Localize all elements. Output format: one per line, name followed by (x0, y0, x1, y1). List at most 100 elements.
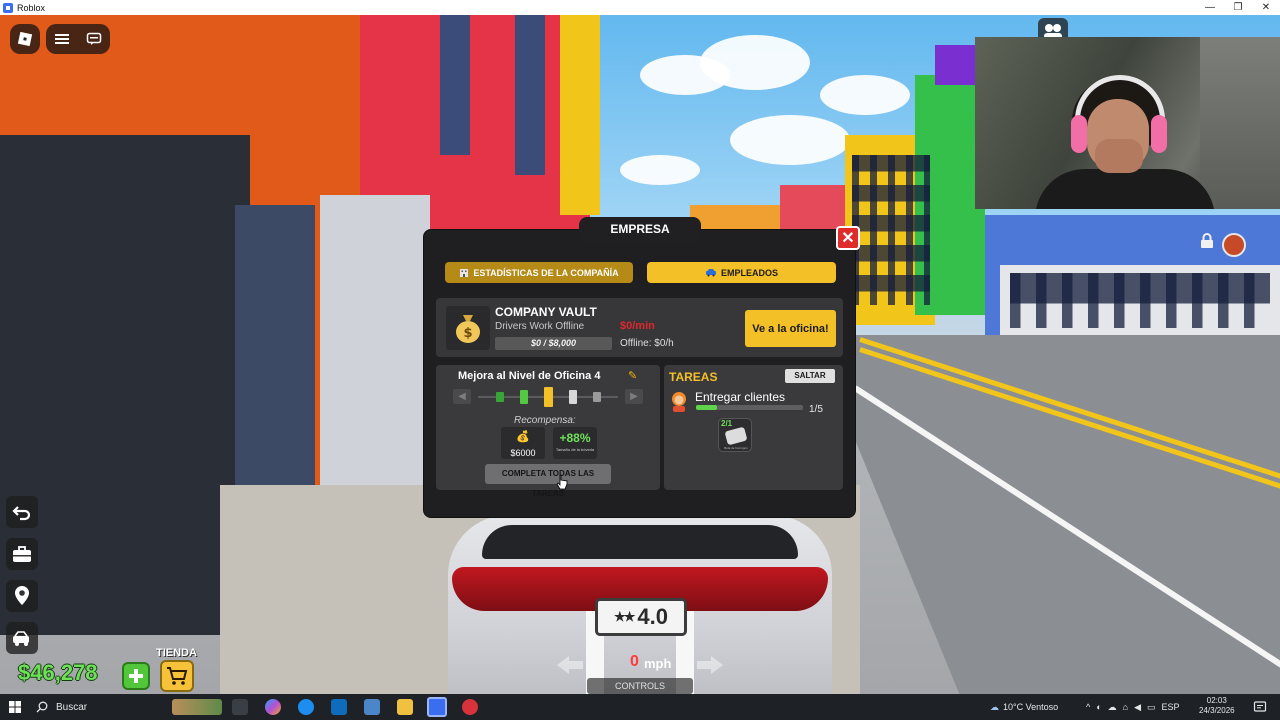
building-icon (460, 269, 469, 277)
cloud (820, 75, 910, 115)
customer-icon (672, 392, 686, 412)
battery-icon[interactable]: ▭ (1147, 702, 1156, 713)
store-icon[interactable] (364, 699, 380, 715)
webcam-person (1095, 139, 1143, 173)
volume-icon[interactable]: ◀ (1134, 702, 1141, 713)
item-badge: 2/1 (721, 419, 733, 428)
pencil-icon: ✎ (628, 370, 638, 382)
maximize-button[interactable]: ❐ (1224, 0, 1252, 15)
vault-title: COMPANY VAULT (495, 305, 597, 319)
map-button[interactable] (6, 580, 38, 612)
outlook-icon[interactable] (331, 699, 347, 715)
red-building-window (515, 15, 545, 175)
webcam-overlay (975, 37, 1280, 209)
level-marker-current (544, 387, 553, 407)
cloud (620, 155, 700, 185)
level-marker (593, 392, 601, 402)
reward-percent: +88% (559, 431, 591, 445)
vault-rate: $0/min (620, 320, 655, 332)
purple-building (935, 45, 975, 85)
tray-app-icon[interactable]: ◐ (1096, 702, 1101, 712)
complete-all-tasks-button[interactable]: COMPLETA TODAS LAS TAREAS (485, 464, 611, 498)
license-plate: ★★ 4.0 (595, 598, 687, 636)
lock-icon[interactable] (1200, 233, 1214, 249)
panel-title: EMPRESA (579, 217, 701, 242)
cloud (730, 115, 850, 165)
close-panel-button[interactable]: ✕ (836, 226, 860, 250)
webcam-person (1035, 169, 1215, 209)
cloud-icon[interactable]: ☁ (1108, 702, 1117, 713)
clock-date: 24/3/2026 (1199, 706, 1235, 715)
shop-label: TIENDA (156, 647, 197, 659)
skip-button[interactable]: SALTAR (785, 369, 835, 383)
roblox-taskbar-icon[interactable] (427, 697, 447, 717)
tray-chevron-icon[interactable]: ^ (1086, 702, 1090, 712)
building-windows (852, 155, 930, 305)
concrete-ball-icon (724, 426, 748, 446)
close-window-button[interactable]: ✕ (1252, 0, 1280, 15)
recorder-icon[interactable] (462, 699, 478, 715)
notifications-icon[interactable] (1253, 700, 1267, 714)
hamburger-menu-icon[interactable] (54, 32, 70, 46)
cloud (700, 35, 810, 90)
weather-text: 10°C Ventoso (1003, 702, 1059, 712)
task-count: 1/5 (809, 404, 823, 415)
file-explorer-icon[interactable] (397, 699, 413, 715)
task-view-icon[interactable] (232, 699, 248, 715)
car-key-icon (13, 631, 29, 646)
tab-employees-label: EMPLEADOS (720, 267, 778, 278)
red-building-window (440, 15, 470, 155)
roblox-app-icon (3, 2, 13, 13)
speed-unit: mph (644, 656, 672, 671)
vault-offline-rate: Offline: $0/h (620, 338, 674, 349)
reward-money-card: 💰 $6000 (501, 427, 545, 459)
shop-button[interactable] (160, 660, 194, 692)
level-marker (496, 392, 504, 402)
taskbar-search[interactable]: Buscar (36, 694, 87, 720)
level-prev-arrow-icon[interactable]: ◀ (453, 389, 471, 404)
car-icon (705, 269, 716, 277)
copilot-icon[interactable] (265, 699, 281, 715)
level-next-arrow-icon[interactable]: ▶ (625, 389, 643, 404)
level-marker (569, 390, 577, 404)
tab-company-stats[interactable]: ESTADÍSTICAS DE LA COMPAÑÍA (445, 262, 633, 283)
windows-start-icon[interactable] (9, 701, 21, 713)
task-name: Entregar clientes (695, 390, 786, 404)
headphones-icon (1151, 115, 1167, 153)
search-highlight-icon[interactable] (172, 699, 222, 715)
controls-button[interactable]: CONTROLS (587, 678, 693, 694)
roblox-toolbar (46, 24, 110, 54)
tab-employees[interactable]: EMPLEADOS (647, 262, 836, 283)
webcam-background (1200, 37, 1280, 209)
avatar[interactable] (1222, 233, 1246, 257)
weather-icon: ☁ (990, 701, 999, 712)
company-button[interactable] (6, 538, 38, 570)
minimize-button[interactable]: — (1196, 0, 1224, 15)
svg-text:$: $ (463, 326, 472, 341)
search-placeholder: Buscar (56, 701, 88, 713)
mouse-cursor-icon (556, 474, 568, 490)
undo-button[interactable] (6, 496, 38, 528)
item-caption: Bola de hormigón (724, 446, 748, 450)
buy-money-button[interactable] (122, 662, 150, 690)
vault-subtitle: Drivers Work Offline (495, 321, 585, 332)
weather-widget[interactable]: ☁ 10°C Ventoso (990, 694, 1058, 720)
plate-text: 4.0 (637, 604, 668, 629)
language-indicator[interactable]: ESP (1162, 702, 1180, 712)
roblox-logo-icon (17, 31, 33, 47)
network-icon[interactable]: ⌂ (1123, 702, 1128, 712)
level-marker (520, 390, 528, 404)
money-bag-icon: $ (456, 315, 480, 343)
money-bag-icon: 💰 (516, 431, 530, 443)
briefcase-icon (13, 546, 31, 562)
chat-icon[interactable] (86, 32, 102, 46)
window-controls: — ❐ ✕ (1196, 0, 1280, 15)
clock-time: 02:03 (1206, 696, 1227, 705)
edge-icon[interactable] (298, 699, 314, 715)
clock[interactable]: 02:03 24/3/2026 (1199, 696, 1235, 716)
vehicle-button[interactable] (6, 622, 38, 654)
tasks-title: TAREAS (669, 370, 718, 384)
go-to-office-button[interactable]: Ve a la oficina! (745, 310, 836, 347)
roblox-menu-button[interactable] (10, 24, 40, 54)
headphones-icon (1071, 115, 1087, 153)
